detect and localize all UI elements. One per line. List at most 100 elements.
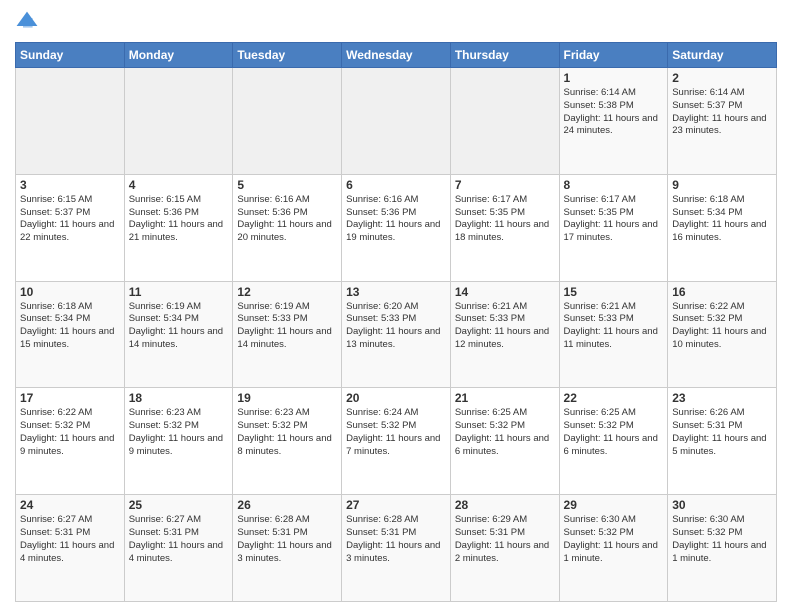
calendar-cell: 19 Sunrise: 6:23 AM Sunset: 5:32 PM Dayli… — [233, 388, 342, 495]
calendar-cell: 21 Sunrise: 6:25 AM Sunset: 5:32 PM Dayli… — [450, 388, 559, 495]
day-info: Sunrise: 6:15 AM Sunset: 5:37 PM Dayligh… — [20, 194, 120, 245]
calendar-cell — [342, 68, 451, 175]
day-info: Sunrise: 6:16 AM Sunset: 5:36 PM Dayligh… — [237, 194, 337, 245]
calendar-cell: 12Sunrise: 6:19 AM Sunset: 5:33 PM Dayli… — [233, 281, 342, 388]
day-number: 3 — [20, 178, 120, 192]
day-info: Sunrise: 6:21 AM Sunset: 5:33 PM Dayligh… — [564, 301, 664, 352]
logo — [15, 10, 43, 34]
day-info: Sunrise: 6:15 AM Sunset: 5:36 PM Dayligh… — [129, 194, 229, 245]
calendar-cell: 29Sunrise: 6:30 AM Sunset: 5:32 PM Dayli… — [559, 495, 668, 602]
day-info: Sunrise: 6:19 AM Sunset: 5:34 PM Dayligh… — [129, 301, 229, 352]
day-number: 18 — [129, 391, 229, 405]
calendar-cell: 10Sunrise: 6:18 AM Sunset: 5:34 PM Dayli… — [16, 281, 125, 388]
calendar-cell: 25 Sunrise: 6:27 AM Sunset: 5:31 PM Dayli… — [124, 495, 233, 602]
day-number: 28 — [455, 498, 555, 512]
calendar-cell: 13 Sunrise: 6:20 AM Sunset: 5:33 PM Dayli… — [342, 281, 451, 388]
calendar-week-row: 1 Sunrise: 6:14 AM Sunset: 5:38 PM Daylig… — [16, 68, 777, 175]
day-info: Sunrise: 6:19 AM Sunset: 5:33 PM Dayligh… — [237, 301, 337, 352]
calendar-cell: 15 Sunrise: 6:21 AM Sunset: 5:33 PM Dayli… — [559, 281, 668, 388]
day-info: Sunrise: 6:14 AM Sunset: 5:37 PM Dayligh… — [672, 87, 772, 138]
day-number: 9 — [672, 178, 772, 192]
day-number: 6 — [346, 178, 446, 192]
day-number: 13 — [346, 285, 446, 299]
weekday-header: Tuesday — [233, 43, 342, 68]
day-number: 1 — [564, 71, 664, 85]
weekday-row: SundayMondayTuesdayWednesdayThursdayFrid… — [16, 43, 777, 68]
calendar-table: SundayMondayTuesdayWednesdayThursdayFrid… — [15, 42, 777, 602]
calendar-cell: 27 Sunrise: 6:28 AM Sunset: 5:31 PM Dayli… — [342, 495, 451, 602]
day-info: Sunrise: 6:24 AM Sunset: 5:32 PM Dayligh… — [346, 407, 446, 458]
calendar-cell: 8 Sunrise: 6:17 AM Sunset: 5:35 PM Daylig… — [559, 174, 668, 281]
calendar-cell: 2 Sunrise: 6:14 AM Sunset: 5:37 PM Daylig… — [668, 68, 777, 175]
calendar-cell — [124, 68, 233, 175]
day-info: Sunrise: 6:30 AM Sunset: 5:32 PM Dayligh… — [672, 514, 772, 565]
day-number: 7 — [455, 178, 555, 192]
header — [15, 10, 777, 34]
calendar-cell: 30Sunrise: 6:30 AM Sunset: 5:32 PM Dayli… — [668, 495, 777, 602]
day-number: 16 — [672, 285, 772, 299]
calendar-week-row: 3 Sunrise: 6:15 AM Sunset: 5:37 PM Daylig… — [16, 174, 777, 281]
weekday-header: Friday — [559, 43, 668, 68]
calendar-cell: 17Sunrise: 6:22 AM Sunset: 5:32 PM Dayli… — [16, 388, 125, 495]
calendar-cell — [16, 68, 125, 175]
calendar-cell: 6Sunrise: 6:16 AM Sunset: 5:36 PM Daylig… — [342, 174, 451, 281]
day-info: Sunrise: 6:23 AM Sunset: 5:32 PM Dayligh… — [129, 407, 229, 458]
day-number: 15 — [564, 285, 664, 299]
day-info: Sunrise: 6:25 AM Sunset: 5:32 PM Dayligh… — [564, 407, 664, 458]
calendar-cell: 23Sunrise: 6:26 AM Sunset: 5:31 PM Dayli… — [668, 388, 777, 495]
day-info: Sunrise: 6:17 AM Sunset: 5:35 PM Dayligh… — [564, 194, 664, 245]
calendar-cell: 3 Sunrise: 6:15 AM Sunset: 5:37 PM Daylig… — [16, 174, 125, 281]
day-info: Sunrise: 6:26 AM Sunset: 5:31 PM Dayligh… — [672, 407, 772, 458]
calendar-cell: 18 Sunrise: 6:23 AM Sunset: 5:32 PM Dayli… — [124, 388, 233, 495]
weekday-header: Thursday — [450, 43, 559, 68]
calendar-cell: 20 Sunrise: 6:24 AM Sunset: 5:32 PM Dayli… — [342, 388, 451, 495]
day-number: 4 — [129, 178, 229, 192]
day-info: Sunrise: 6:20 AM Sunset: 5:33 PM Dayligh… — [346, 301, 446, 352]
day-number: 20 — [346, 391, 446, 405]
calendar-cell: 11 Sunrise: 6:19 AM Sunset: 5:34 PM Dayli… — [124, 281, 233, 388]
day-number: 17 — [20, 391, 120, 405]
day-number: 19 — [237, 391, 337, 405]
weekday-header: Saturday — [668, 43, 777, 68]
calendar-cell: 16 Sunrise: 6:22 AM Sunset: 5:32 PM Dayli… — [668, 281, 777, 388]
day-number: 21 — [455, 391, 555, 405]
calendar-cell: 14 Sunrise: 6:21 AM Sunset: 5:33 PM Dayli… — [450, 281, 559, 388]
day-number: 27 — [346, 498, 446, 512]
day-info: Sunrise: 6:25 AM Sunset: 5:32 PM Dayligh… — [455, 407, 555, 458]
day-info: Sunrise: 6:22 AM Sunset: 5:32 PM Dayligh… — [672, 301, 772, 352]
day-info: Sunrise: 6:23 AM Sunset: 5:32 PM Dayligh… — [237, 407, 337, 458]
calendar-header: SundayMondayTuesdayWednesdayThursdayFrid… — [16, 43, 777, 68]
day-info: Sunrise: 6:30 AM Sunset: 5:32 PM Dayligh… — [564, 514, 664, 565]
calendar-cell: 22 Sunrise: 6:25 AM Sunset: 5:32 PM Dayli… — [559, 388, 668, 495]
day-info: Sunrise: 6:28 AM Sunset: 5:31 PM Dayligh… — [237, 514, 337, 565]
page: SundayMondayTuesdayWednesdayThursdayFrid… — [0, 0, 792, 612]
day-info: Sunrise: 6:17 AM Sunset: 5:35 PM Dayligh… — [455, 194, 555, 245]
weekday-header: Monday — [124, 43, 233, 68]
weekday-header: Wednesday — [342, 43, 451, 68]
calendar-cell: 7 Sunrise: 6:17 AM Sunset: 5:35 PM Daylig… — [450, 174, 559, 281]
calendar-cell: 26 Sunrise: 6:28 AM Sunset: 5:31 PM Dayli… — [233, 495, 342, 602]
calendar-cell: 4 Sunrise: 6:15 AM Sunset: 5:36 PM Daylig… — [124, 174, 233, 281]
day-number: 14 — [455, 285, 555, 299]
day-info: Sunrise: 6:18 AM Sunset: 5:34 PM Dayligh… — [20, 301, 120, 352]
day-info: Sunrise: 6:28 AM Sunset: 5:31 PM Dayligh… — [346, 514, 446, 565]
day-number: 26 — [237, 498, 337, 512]
day-number: 5 — [237, 178, 337, 192]
day-info: Sunrise: 6:21 AM Sunset: 5:33 PM Dayligh… — [455, 301, 555, 352]
day-number: 22 — [564, 391, 664, 405]
day-info: Sunrise: 6:27 AM Sunset: 5:31 PM Dayligh… — [129, 514, 229, 565]
calendar-body: 1 Sunrise: 6:14 AM Sunset: 5:38 PM Daylig… — [16, 68, 777, 602]
day-info: Sunrise: 6:14 AM Sunset: 5:38 PM Dayligh… — [564, 87, 664, 138]
calendar-cell: 5 Sunrise: 6:16 AM Sunset: 5:36 PM Daylig… — [233, 174, 342, 281]
day-info: Sunrise: 6:27 AM Sunset: 5:31 PM Dayligh… — [20, 514, 120, 565]
calendar-cell: 9 Sunrise: 6:18 AM Sunset: 5:34 PM Daylig… — [668, 174, 777, 281]
day-number: 2 — [672, 71, 772, 85]
day-number: 8 — [564, 178, 664, 192]
day-number: 25 — [129, 498, 229, 512]
calendar-week-row: 10Sunrise: 6:18 AM Sunset: 5:34 PM Dayli… — [16, 281, 777, 388]
calendar-cell: 1 Sunrise: 6:14 AM Sunset: 5:38 PM Daylig… — [559, 68, 668, 175]
calendar-cell: 24Sunrise: 6:27 AM Sunset: 5:31 PM Dayli… — [16, 495, 125, 602]
calendar-cell — [450, 68, 559, 175]
day-number: 11 — [129, 285, 229, 299]
day-info: Sunrise: 6:18 AM Sunset: 5:34 PM Dayligh… — [672, 194, 772, 245]
